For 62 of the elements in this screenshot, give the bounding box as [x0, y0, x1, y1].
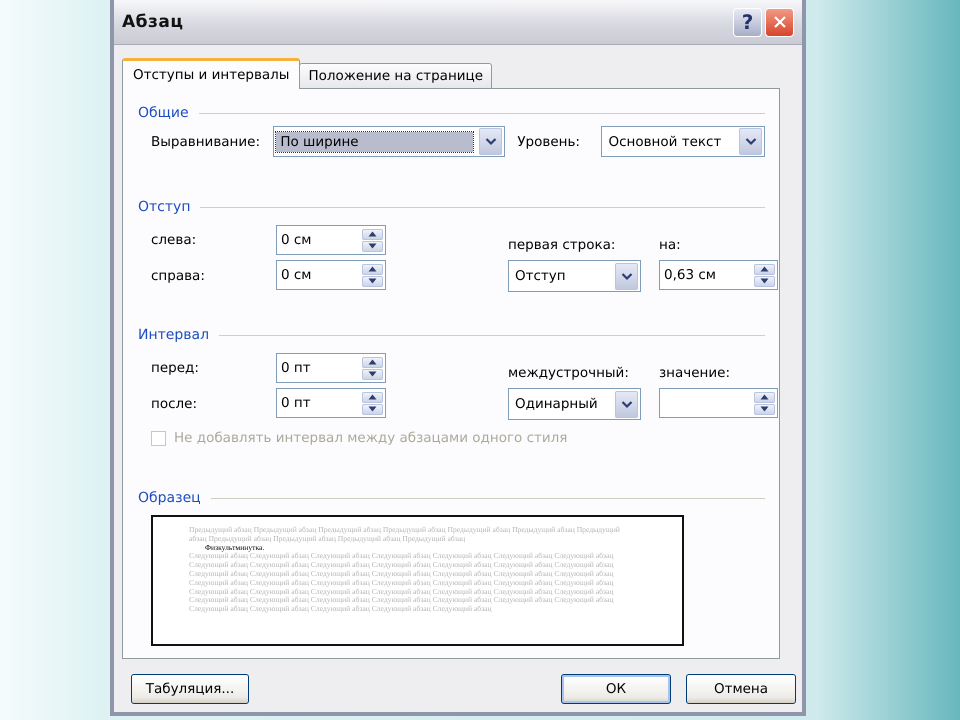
section-title: Интервал: [138, 327, 210, 343]
dropdown[interactable]: Отступ: [508, 260, 641, 292]
down-arrow-icon: [368, 371, 377, 377]
spin-up-button[interactable]: [362, 228, 383, 240]
chevron-down-icon: [620, 400, 632, 408]
field-label: междустрочный:: [508, 365, 630, 383]
spin-field[interactable]: 0 пт: [276, 353, 386, 383]
up-arrow-icon: [368, 394, 377, 400]
up-arrow-icon: [368, 359, 377, 365]
checkbox-label: Не добавлять интервал между абзацами одного стиля: [174, 430, 568, 446]
chevron-down-icon: [484, 137, 497, 146]
spin-down-button[interactable]: [362, 240, 383, 252]
up-arrow-icon: [368, 266, 377, 272]
spin-up-button[interactable]: [754, 264, 775, 274]
spin-up-button[interactable]: [362, 356, 383, 368]
spin-field[interactable]: 0 пт: [276, 388, 386, 418]
dialog-button[interactable]: Отмена: [686, 674, 796, 704]
tab[interactable]: Положение на странице: [299, 63, 492, 88]
field-label: после:: [151, 396, 198, 412]
spin-field[interactable]: 0 см: [276, 225, 386, 255]
spin-down-button[interactable]: [362, 368, 383, 380]
tab[interactable]: Отступы и интервалы: [122, 58, 300, 89]
spin-field[interactable]: 0 см: [276, 260, 386, 290]
field-label: слева:: [151, 232, 198, 248]
spin-up-button[interactable]: [362, 264, 383, 274]
field-label: Выравнивание:: [151, 134, 262, 150]
dropdown[interactable]: По ширине: [273, 126, 506, 157]
dialog-button[interactable]: ОК: [561, 674, 671, 704]
section-title: Общие: [138, 105, 189, 121]
field-label: значение:: [659, 365, 732, 383]
close-icon: [772, 15, 786, 29]
chevron-down-icon: [744, 137, 756, 146]
chevron-down-icon: [620, 272, 632, 280]
down-arrow-icon: [368, 243, 377, 249]
dialog-button[interactable]: Табуляция...: [131, 674, 249, 704]
window-title: Абзац: [122, 12, 184, 32]
close-button[interactable]: [765, 8, 794, 36]
spin-down-button[interactable]: [362, 276, 383, 286]
spin-field[interactable]: [659, 388, 778, 418]
down-arrow-icon: [368, 406, 377, 412]
help-button[interactable]: ?: [733, 8, 762, 36]
down-arrow-icon: [368, 278, 377, 284]
section-title: Образец: [138, 490, 201, 506]
spin-down-button[interactable]: [362, 404, 383, 414]
field-label: справа:: [151, 268, 206, 284]
field-label: Уровень:: [517, 134, 581, 150]
field-label: первая строка:: [508, 237, 616, 255]
spin-up-button[interactable]: [362, 392, 383, 402]
spin-up-button[interactable]: [754, 392, 775, 402]
section-title: Отступ: [138, 199, 190, 215]
field-label: перед:: [151, 360, 200, 376]
up-arrow-icon: [760, 266, 769, 272]
down-arrow-icon: [760, 406, 769, 412]
dropdown[interactable]: Одинарный: [508, 388, 641, 420]
up-arrow-icon: [368, 231, 377, 237]
spin-field[interactable]: 0,63 см: [659, 260, 778, 290]
down-arrow-icon: [760, 278, 769, 284]
spin-down-button[interactable]: [754, 276, 775, 286]
spin-down-button[interactable]: [754, 404, 775, 414]
up-arrow-icon: [760, 394, 769, 400]
dropdown[interactable]: Основной текст: [601, 126, 765, 157]
field-label: на:: [659, 237, 682, 255]
